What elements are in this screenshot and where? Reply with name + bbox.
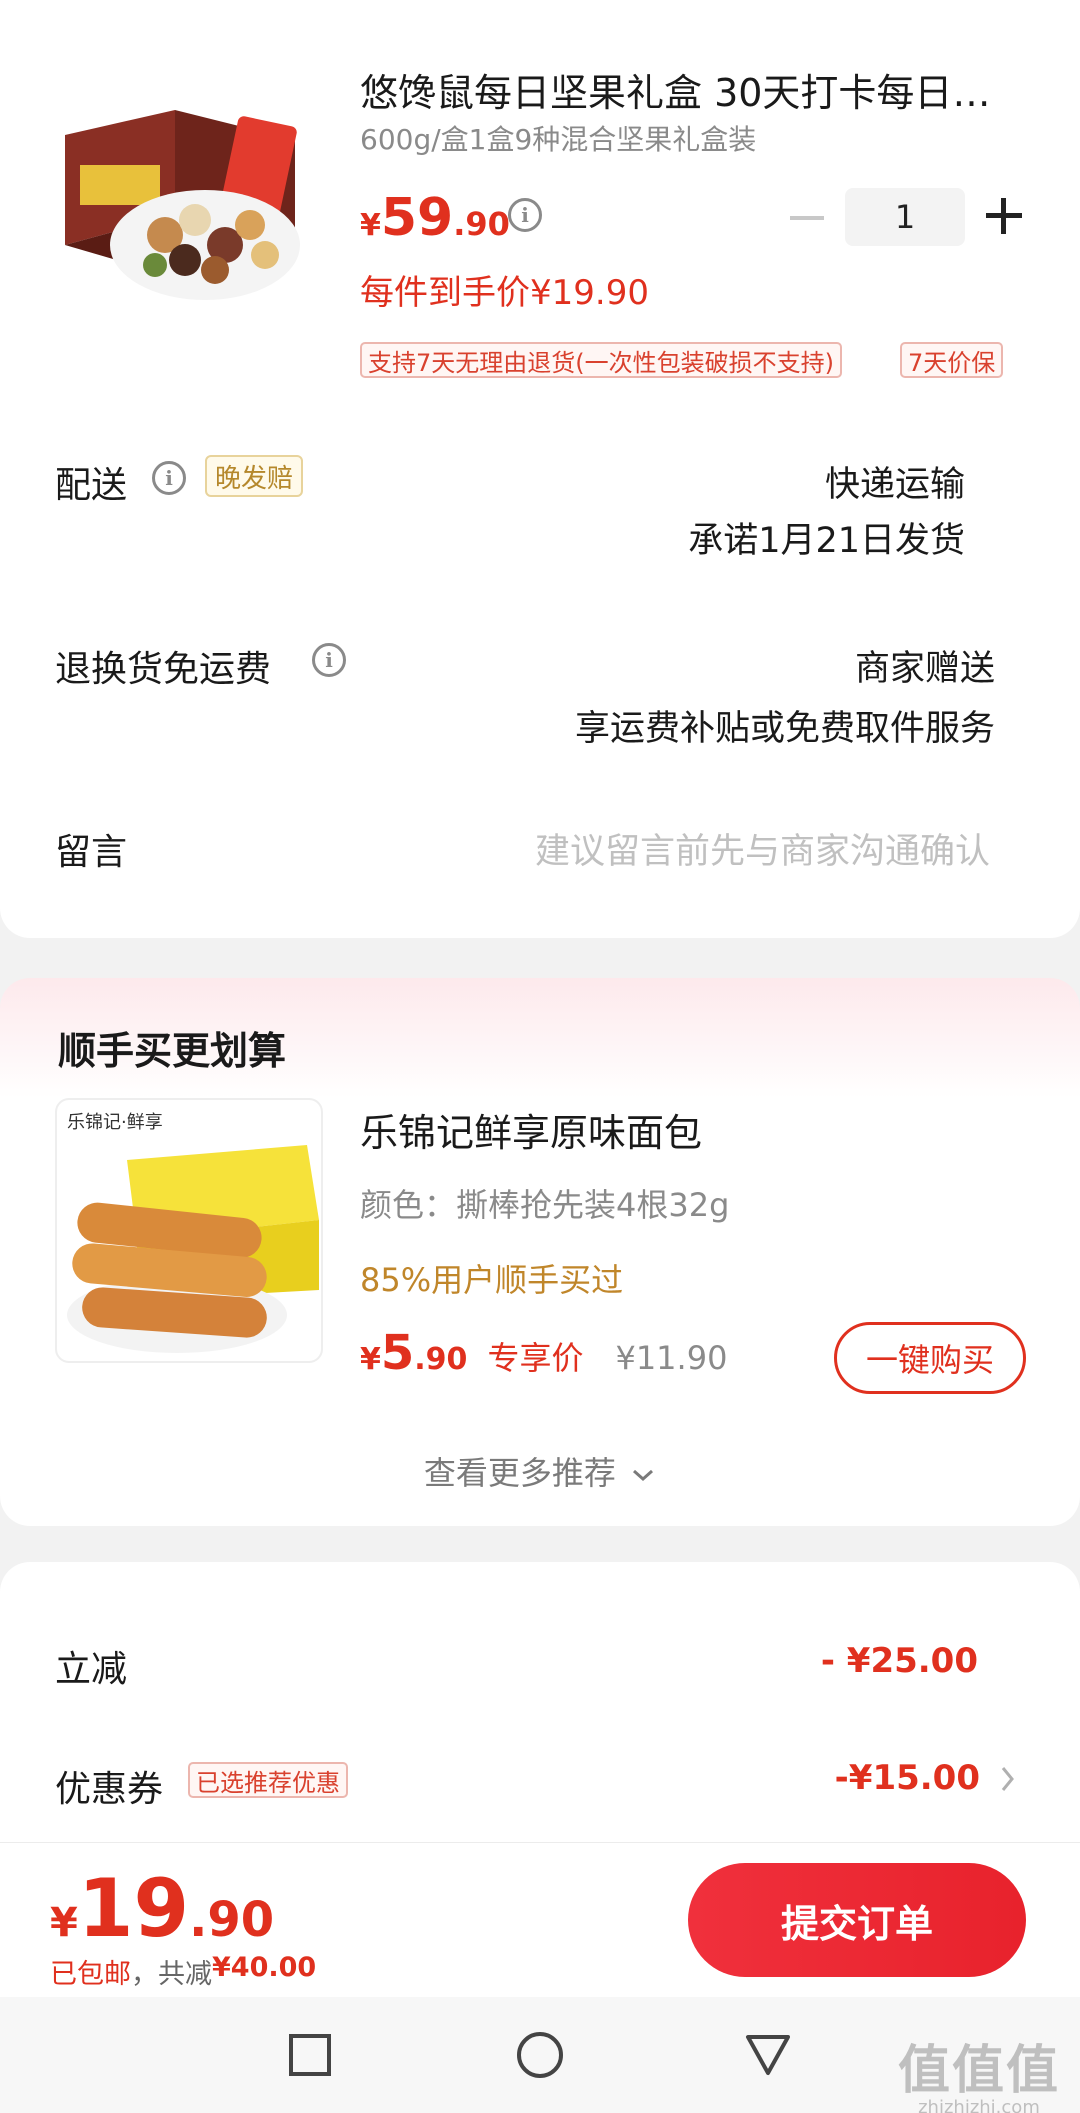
product-image[interactable] [55, 95, 330, 310]
price-integer: 59 [380, 188, 454, 248]
coupon-amount[interactable]: -¥15.00 [835, 1758, 980, 1798]
message-input[interactable]: 建议留言前先与商家沟通确认 [535, 823, 990, 874]
saved-prefix-text: ，共减 [131, 1959, 212, 1990]
product-title[interactable]: 悠馋鼠每日坚果礼盒 30天打卡每日坚果混合坚果仁 [360, 62, 1010, 117]
reco-price: ¥ 5 .90 专享价 ¥11.90 [360, 1325, 727, 1381]
product-price: ¥ 59 .90 [360, 188, 510, 248]
reco-users-bought: 85%用户顺手买过 [360, 1261, 624, 1299]
saved-amount-text: ¥40.00 [212, 1952, 317, 1983]
return-shipping-gift: 商家赠送 [854, 649, 995, 689]
late-compensation-badge: 晚发赔 [205, 455, 304, 497]
reco-section-title: 顺手买更划算 [58, 1029, 287, 1073]
home-icon[interactable] [515, 2030, 565, 2080]
return-shipping-info-icon[interactable]: i [312, 643, 346, 677]
delivery-label: 配送 [55, 465, 128, 506]
watermark-logo: 值值值 [897, 2041, 1060, 2101]
price-decimal: .90 [453, 205, 510, 243]
chevron-right-icon[interactable] [1000, 1764, 1016, 1794]
reco-exclusive-label: 专享价 [487, 1339, 584, 1377]
return-policy-tag: 支持7天无理由退货(一次性包装破损不支持) [360, 342, 842, 378]
delivery-promise: 承诺1月21日发货 [688, 521, 965, 561]
message-label: 留言 [55, 832, 128, 873]
coupon-label[interactable]: 优惠券 [55, 1760, 163, 1812]
discount-card [0, 1562, 1080, 1862]
product-spec[interactable]: 600g/盒1盒9种混合坚果礼盒装 [360, 118, 756, 158]
return-shipping-label: 退换货免运费 [55, 649, 272, 690]
quantity-plus-button[interactable] [986, 198, 1022, 234]
delivery-method[interactable]: 快递运输 [825, 456, 965, 507]
more-recommendations-label: 查看更多推荐 [423, 1454, 616, 1492]
delivery-info-icon[interactable]: i [152, 461, 186, 495]
reco-product-image[interactable]: 乐锦记·鲜享 [55, 1098, 323, 1363]
total-price-symbol: ¥ [50, 1900, 78, 1946]
watermark: 值值值 zhizhizhi.com [898, 2028, 1060, 2113]
coupon-recommended-badge: 已选推荐优惠 [188, 1762, 348, 1798]
each-price-text: 每件到手价¥19.90 [360, 273, 649, 313]
price-protect-tag: 7天价保 [900, 342, 1004, 378]
reco-price-symbol: ¥ [360, 1342, 381, 1377]
free-shipping-text: 已包邮 [50, 1959, 131, 1990]
quantity-minus-button[interactable] [790, 216, 824, 220]
price-info-icon[interactable]: i [508, 198, 542, 232]
quantity-input[interactable]: 1 [845, 188, 965, 246]
reco-price-integer: 5 [380, 1325, 415, 1381]
instant-discount-label: 立减 [55, 1649, 128, 1690]
total-price: ¥ 19 .90 [50, 1862, 274, 1955]
total-note: 已包邮 ，共减 ¥40.00 [50, 1952, 316, 1991]
recent-apps-icon[interactable] [288, 2033, 332, 2077]
reco-product-spec[interactable]: 颜色：撕棒抢先装4根32g [360, 1180, 729, 1226]
back-icon[interactable] [744, 2033, 792, 2077]
submit-order-button[interactable]: 提交订单 [688, 1863, 1026, 1977]
reco-product-name[interactable]: 乐锦记鲜享原味面包 [360, 1102, 702, 1157]
return-shipping-service: 享运费补贴或免费取件服务 [574, 709, 995, 749]
total-price-integer: 19 [77, 1862, 190, 1955]
one-click-buy-button[interactable]: 一键购买 [834, 1322, 1026, 1394]
instant-discount-amount: - ¥25.00 [820, 1641, 978, 1681]
more-recommendations-link[interactable]: 查看更多推荐 [0, 1448, 1080, 1494]
price-symbol: ¥ [360, 208, 381, 243]
chevron-down-icon [633, 1469, 654, 1482]
watermark-url: zhizhizhi.com [918, 2097, 1040, 2113]
total-price-decimal: .90 [189, 1892, 275, 1948]
reco-price-decimal: .90 [414, 1342, 468, 1377]
reco-image-brand: 乐锦记·鲜享 [67, 1112, 163, 1133]
product-card: 悠馋鼠每日坚果礼盒 30天打卡每日坚果混合坚果仁 600g/盒1盒9种混合坚果礼… [0, 0, 1080, 938]
reco-original-price: ¥11.90 [615, 1339, 728, 1377]
